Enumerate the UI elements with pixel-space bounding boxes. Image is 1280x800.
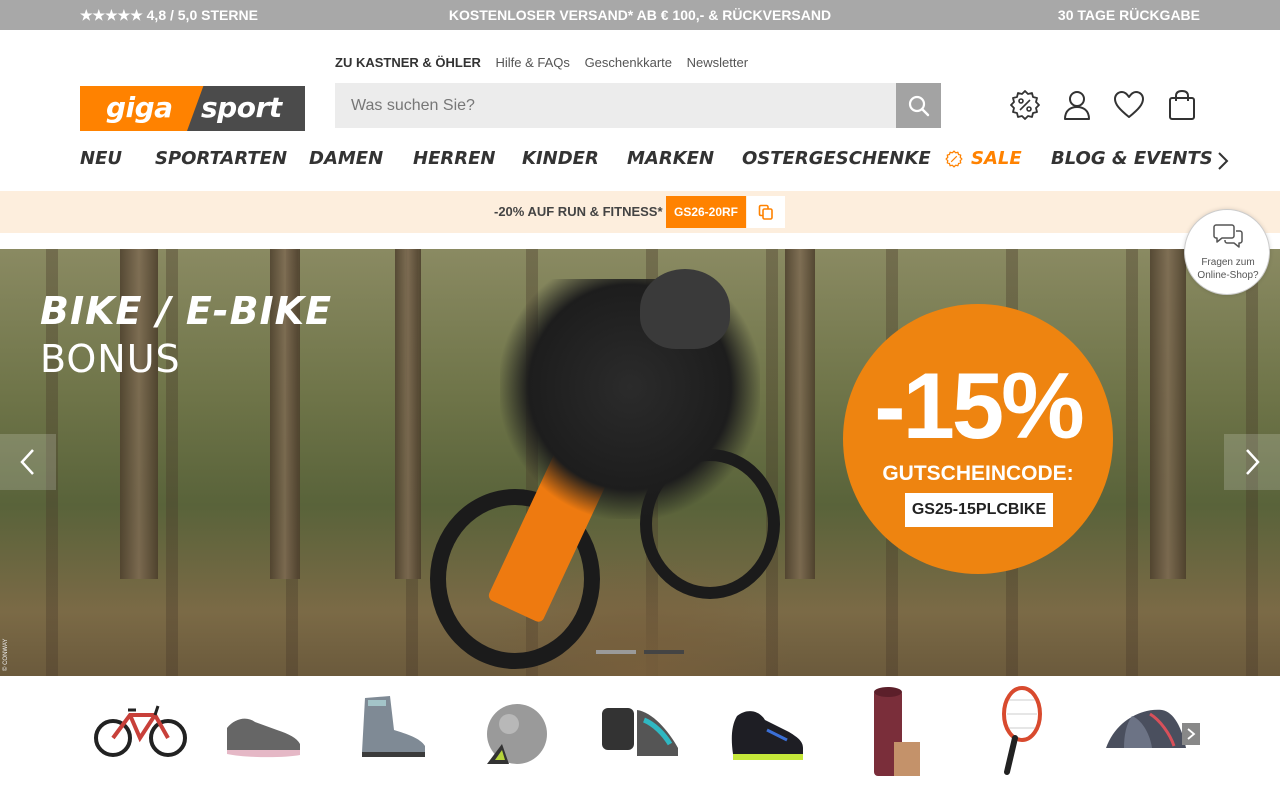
nav-item-blog-events[interactable]: BLOG & EVENTS — [1051, 148, 1213, 169]
nav-item-neu[interactable]: NEU — [80, 148, 122, 169]
copy-icon — [758, 204, 773, 220]
hero-title: BIKE / E-BIKE — [40, 289, 333, 333]
discount-percent: -15% — [874, 353, 1084, 458]
shopping-bag-icon — [1169, 89, 1195, 120]
chevron-right-icon — [1187, 728, 1196, 740]
category-climbing[interactable] — [582, 680, 702, 790]
nav-item-marken[interactable]: MARKEN — [627, 148, 714, 169]
hero-prev-button[interactable] — [0, 434, 56, 490]
nav-item-sale[interactable]: SALE — [945, 148, 1022, 169]
categories-next-button[interactable] — [1182, 723, 1200, 745]
search-button[interactable] — [896, 83, 941, 128]
search-input[interactable] — [335, 83, 896, 128]
voucher-code-label: GUTSCHEINCODE: — [882, 462, 1074, 485]
chat-label: Fragen zum Online-Shop? — [1197, 257, 1259, 281]
category-bike[interactable] — [80, 680, 200, 790]
chevron-right-icon — [1246, 449, 1260, 475]
running-shoe-icon — [227, 718, 300, 758]
nav-item-sportarten[interactable]: SPORTARTEN — [155, 148, 287, 169]
nav-item-damen[interactable]: DAMEN — [309, 148, 383, 169]
promo-code-text: GS26-20RF — [673, 205, 739, 219]
link-help-faqs[interactable]: Hilfe & FAQs — [496, 55, 570, 70]
main-navigation: NEU SPORTARTEN DAMEN HERREN KINDER MARKE… — [80, 148, 1213, 174]
hero-subtitle: BONUS — [40, 337, 181, 381]
nav-item-kinder[interactable]: KINDER — [522, 148, 599, 169]
climbing-gear-icon — [602, 708, 678, 756]
copy-code-button[interactable] — [747, 196, 785, 228]
slider-dot-active[interactable] — [644, 650, 684, 654]
percent-badge-icon — [1010, 90, 1040, 120]
nav-next-arrow-icon[interactable] — [1214, 150, 1232, 172]
link-kastner-oehler[interactable]: ZU KASTNER & ÖHLER — [335, 55, 481, 70]
rating-text: ★★★★★ 4,8 / 5,0 STERNE — [80, 7, 258, 23]
category-tiles — [80, 680, 1200, 790]
category-football[interactable] — [707, 680, 827, 790]
football-boot-icon — [731, 711, 803, 760]
slider-dot[interactable] — [596, 650, 636, 654]
fitness-ball-icon — [487, 704, 547, 764]
promo-strip: -20% AUF RUN & FITNESS* GS26-20RF — [0, 191, 1280, 233]
nav-item-herren[interactable]: HERREN — [413, 148, 495, 169]
discount-badge: -15% GUTSCHEINCODE: GS25-15PLCBIKE — [843, 304, 1113, 574]
top-info-bar: KOSTENLOSER VERSAND* AB € 100,- & RÜCKVE… — [0, 0, 1280, 30]
wishlist-button[interactable] — [1112, 88, 1146, 122]
promo-code-badge[interactable]: GS26-20RF — [666, 196, 746, 228]
sale-badge-icon — [945, 150, 963, 167]
user-icon — [1064, 91, 1090, 120]
search-icon — [908, 95, 929, 116]
gigasport-logo[interactable]: giga sport — [80, 86, 305, 131]
returns-text: 30 TAGE RÜCKGABE — [1057, 7, 1200, 23]
chat-bubbles-icon — [1213, 224, 1243, 248]
promo-text: -20% AUF RUN & FITNESS* — [494, 204, 663, 219]
promotions-button[interactable] — [1008, 88, 1042, 122]
chevron-left-icon — [20, 449, 34, 475]
image-credit: © CONWAY — [3, 638, 9, 671]
account-button[interactable] — [1060, 88, 1094, 122]
category-yoga[interactable] — [832, 680, 952, 790]
search-bar — [335, 83, 941, 128]
tennis-racket-icon — [1002, 686, 1042, 775]
yoga-mat-icon — [874, 687, 920, 776]
cart-button[interactable] — [1165, 88, 1199, 122]
category-running-shoes[interactable] — [205, 680, 325, 790]
hiking-boot-icon — [362, 696, 425, 757]
bike-icon — [94, 705, 187, 757]
heart-icon — [1114, 91, 1144, 118]
category-hiking-boots[interactable] — [332, 680, 452, 790]
service-links: ZU KASTNER & ÖHLER Hilfe & FAQs Geschenk… — [335, 55, 759, 70]
hero-next-button[interactable] — [1224, 434, 1280, 490]
link-gift-card[interactable]: Geschenkkarte — [585, 55, 672, 70]
voucher-code: GS25-15PLCBIKE — [905, 493, 1053, 527]
chat-button[interactable]: Fragen zum Online-Shop? — [1184, 209, 1270, 295]
link-newsletter[interactable]: Newsletter — [687, 55, 748, 70]
category-tennis[interactable] — [957, 680, 1077, 790]
nav-item-ostergeschenke[interactable]: OSTERGESCHENKE — [742, 148, 931, 169]
category-fitness[interactable] — [457, 680, 577, 790]
hero-banner[interactable]: BIKE / E-BIKE BONUS -15% GUTSCHEINCODE: … — [0, 249, 1280, 676]
logo-word-sport: sport — [201, 91, 282, 124]
nav-item-sale-label: SALE — [971, 148, 1022, 169]
logo-word-giga: giga — [106, 91, 173, 124]
slider-dots — [596, 650, 684, 654]
